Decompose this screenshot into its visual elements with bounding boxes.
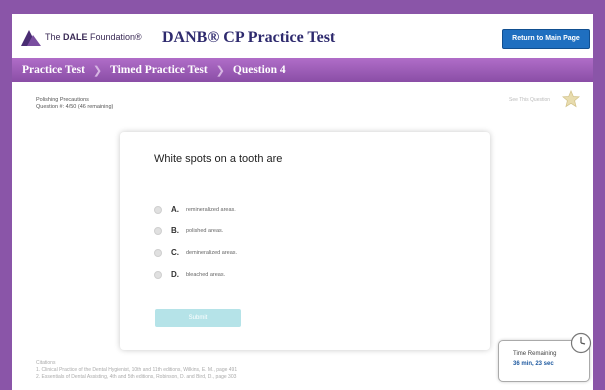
radio-button[interactable] [154, 205, 162, 214]
logo-mountain-icon [21, 30, 41, 46]
citations-title: Citations [36, 360, 56, 366]
answer-letter: A. [171, 205, 179, 214]
app-window: The DALE Foundation® DANB® CP Practice T… [12, 14, 593, 390]
question-topic: Polishing Precautions [36, 97, 89, 103]
breadcrumb-separator-icon: ❯ [92, 64, 103, 77]
citations: Citations 1. Clinical Practice of the De… [36, 360, 237, 381]
answer-letter: C. [171, 248, 179, 257]
header: The DALE Foundation® DANB® CP Practice T… [12, 14, 593, 58]
citation-line: 2. Essentials of Dental Assisting, 4th a… [36, 374, 237, 380]
breadcrumb-practice-test[interactable]: Practice Test [22, 64, 85, 76]
answer-option-a[interactable]: A. remineralized areas. [154, 205, 236, 214]
timer-label: Time Remaining [513, 351, 557, 357]
question-number: Question #: 4/50 (46 remaining) [36, 104, 114, 110]
question-card: White spots on a tooth are A. reminerali… [120, 132, 490, 350]
answer-text: demineralized areas. [186, 249, 238, 256]
star-icon[interactable] [562, 90, 580, 108]
breadcrumb-separator-icon: ❯ [215, 64, 225, 77]
submit-button[interactable]: Submit [155, 309, 241, 327]
answer-option-d[interactable]: D. bleached areas. [154, 270, 225, 279]
dale-foundation-logo: The DALE Foundation® [20, 26, 142, 48]
answer-option-b[interactable]: B. polished areas. [154, 226, 223, 235]
breadcrumb: Practice Test ❯ Timed Practice Test ❯ Qu… [12, 58, 593, 82]
logo-text: The DALE Foundation® [45, 32, 142, 42]
answer-option-c[interactable]: C. demineralized areas. [154, 248, 237, 257]
see-this-question-link[interactable]: See This Question [509, 97, 550, 103]
timer-value: 36 min, 23 sec [513, 361, 554, 367]
clock-icon [570, 332, 592, 354]
breadcrumb-timed-practice-test[interactable]: Timed Practice Test [110, 64, 208, 76]
question-text: White spots on a tooth are [154, 153, 283, 165]
answer-letter: B. [171, 226, 179, 235]
breadcrumb-question: Question 4 [232, 64, 286, 76]
citation-line: 1. Clinical Practice of the Dental Hygie… [36, 367, 238, 373]
question-meta: Polishing Precautions Question #: 4/50 (… [36, 97, 113, 111]
return-to-main-page-button[interactable]: Return to Main Page [502, 29, 590, 49]
answer-letter: D. [171, 270, 179, 279]
app-title: DANB® CP Practice Test [162, 29, 336, 46]
radio-button[interactable] [154, 270, 162, 279]
answer-text: remineralized areas. [186, 206, 236, 213]
radio-button[interactable] [154, 248, 162, 257]
answer-text: bleached areas. [186, 271, 226, 278]
answer-text: polished areas. [186, 227, 224, 234]
radio-button[interactable] [154, 226, 162, 235]
